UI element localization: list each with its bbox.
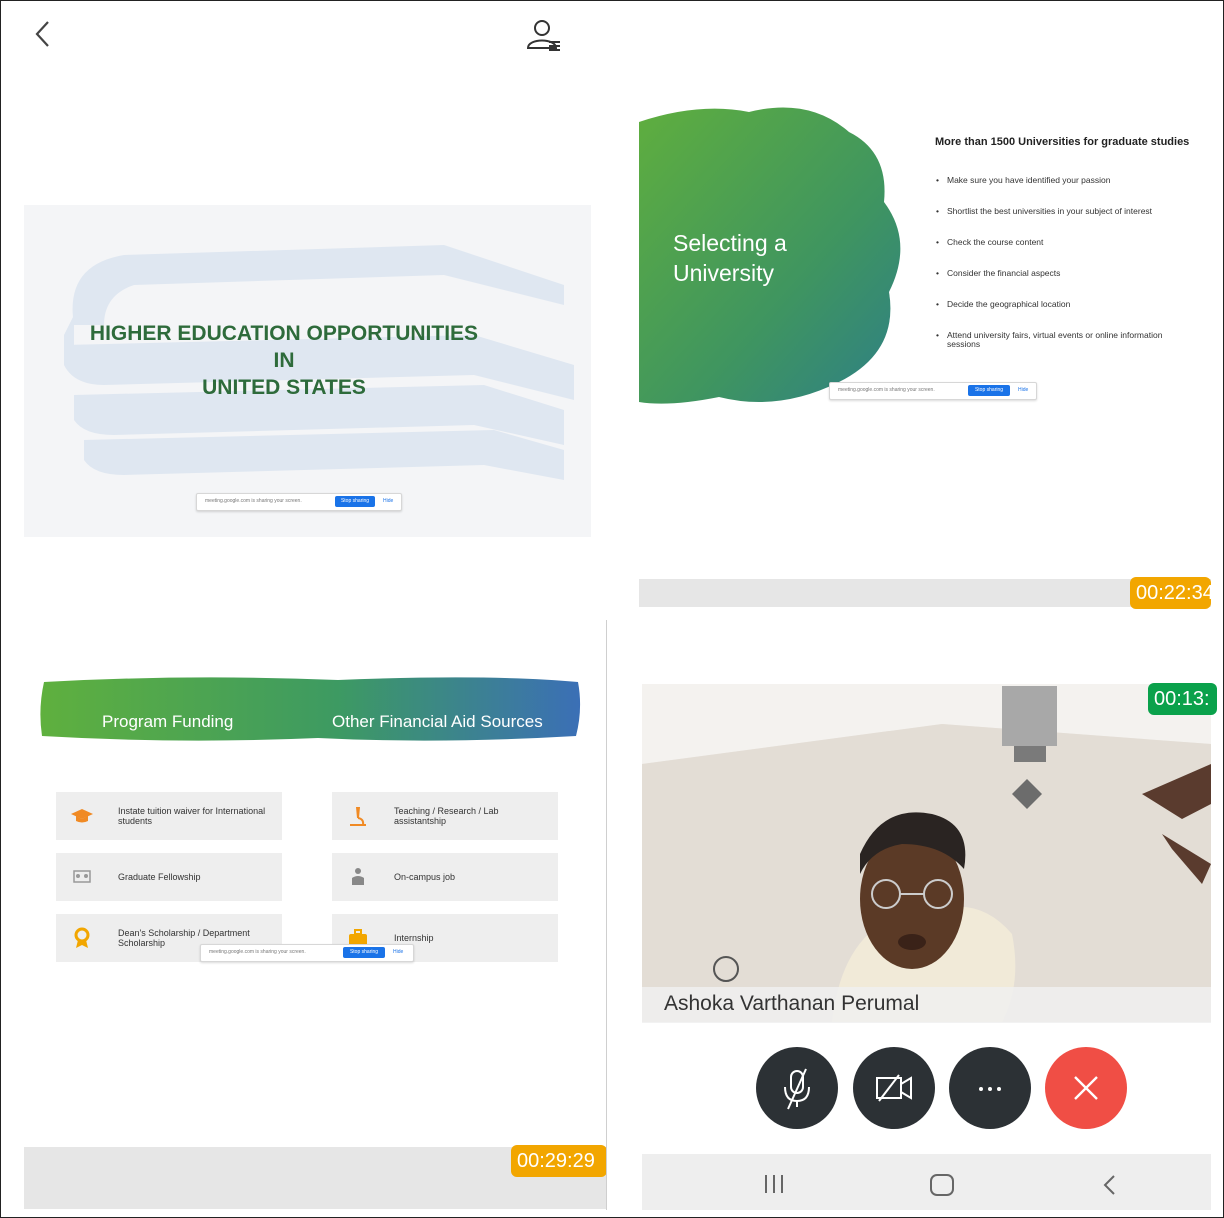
share-bar-text: meeting.google.com is sharing your scree…: [205, 498, 302, 504]
screen-share-bar: meeting.google.com is sharing your scree…: [196, 493, 402, 511]
bullet-item: Check the course content: [935, 238, 1185, 248]
award-ribbon-icon: [74, 927, 90, 948]
microscope-icon: [350, 807, 366, 826]
video-frame-image: [642, 684, 1211, 1022]
bullet-item: Make sure you have identified your passi…: [935, 176, 1185, 186]
title-line-1: Selecting a: [673, 230, 787, 256]
nav-back-icon[interactable]: [1098, 1172, 1122, 1198]
camera-toggle-button[interactable]: [853, 1047, 935, 1129]
screen-share-bar: meeting.google.com is sharing your scree…: [829, 382, 1037, 400]
group-icon: [73, 870, 91, 883]
gradient-banner: [40, 677, 581, 741]
slide-title: HIGHER EDUCATION OPPORTUNITIES IN UNITED…: [84, 320, 484, 401]
screen-share-bar: meeting.google.com is sharing your scree…: [200, 944, 414, 962]
home-icon[interactable]: [928, 1172, 956, 1198]
hide-button[interactable]: Hide: [393, 949, 403, 955]
camera-off-icon: [876, 1074, 912, 1102]
funding-card: Graduate Fellowship: [56, 853, 282, 901]
hide-button[interactable]: Hide: [1018, 387, 1028, 393]
chevron-left-icon: [35, 21, 49, 47]
funding-card: Teaching / Research / Lab assistantship: [332, 792, 558, 840]
participant-name: Ashoka Varthanan Perumal: [664, 992, 920, 1015]
recording-timer: 00:22:34: [1130, 577, 1211, 609]
bullet-item: Shortlist the best universities in your …: [935, 207, 1185, 217]
more-dots-icon: [979, 1087, 1001, 1091]
card-label: Graduate Fellowship: [118, 872, 201, 882]
graduation-cap-icon: [71, 809, 93, 823]
bullet-item: Consider the financial aspects: [935, 269, 1185, 279]
slide-title: Selecting a University: [673, 228, 787, 288]
end-call-button[interactable]: [1045, 1047, 1127, 1129]
close-icon: [1074, 1076, 1098, 1100]
bullet-list: Make sure you have identified your passi…: [935, 176, 1185, 371]
card-label: Internship: [394, 933, 434, 943]
banner-left-label: Program Funding: [102, 712, 234, 731]
stop-sharing-button[interactable]: Stop sharing: [968, 385, 1010, 396]
funding-card: On-campus job: [332, 853, 558, 901]
shared-screen-title-slide: HIGHER EDUCATION OPPORTUNITIES IN UNITED…: [24, 205, 591, 537]
funding-card: Instate tuition waiver for International…: [56, 792, 282, 840]
bullet-item: Attend university fairs, virtual events …: [935, 331, 1185, 349]
hide-button[interactable]: Hide: [383, 498, 393, 504]
back-button[interactable]: [28, 18, 58, 50]
title-line-2: University: [673, 260, 774, 286]
shared-screen-funding-slide: Program Funding Other Financial Aid Sour…: [24, 652, 607, 987]
mute-microphone-button[interactable]: [756, 1047, 838, 1129]
recording-timer: 00:13:: [1148, 683, 1217, 715]
share-bar-text: meeting.google.com is sharing your scree…: [209, 949, 306, 955]
card-label: Instate tuition waiver for International…: [118, 806, 266, 826]
banner-right-label: Other Financial Aid Sources: [332, 712, 543, 731]
stop-sharing-button[interactable]: Stop sharing: [335, 496, 375, 507]
recent-apps-icon[interactable]: [760, 1172, 788, 1196]
slide-heading: More than 1500 Universities for graduate…: [935, 136, 1190, 148]
title-line-2: IN: [273, 349, 295, 372]
shared-screen-university-slide: Selecting a University More than 1500 Un…: [639, 92, 1211, 422]
stop-sharing-button[interactable]: Stop sharing: [343, 947, 385, 958]
participants-button[interactable]: [524, 18, 564, 54]
tile-bottom-bar: [639, 579, 1211, 607]
card-label: Teaching / Research / Lab assistantship: [394, 806, 499, 826]
title-line-1: HIGHER EDUCATION OPPORTUNITIES: [89, 322, 479, 345]
title-line-3: UNITED STATES: [202, 376, 366, 399]
microphone-off-icon: [784, 1068, 810, 1110]
tile-divider: [606, 620, 607, 1210]
bullet-item: Decide the geographical location: [935, 300, 1185, 310]
participants-icon: [526, 20, 560, 51]
share-bar-text: meeting.google.com is sharing your scree…: [838, 387, 935, 393]
more-options-button[interactable]: [949, 1047, 1031, 1129]
participant-video[interactable]: [642, 684, 1211, 1022]
worker-icon: [352, 868, 364, 885]
recording-timer: 00:29:29: [511, 1145, 607, 1177]
system-nav-bar: [642, 1154, 1211, 1210]
card-label: On-campus job: [394, 872, 456, 882]
